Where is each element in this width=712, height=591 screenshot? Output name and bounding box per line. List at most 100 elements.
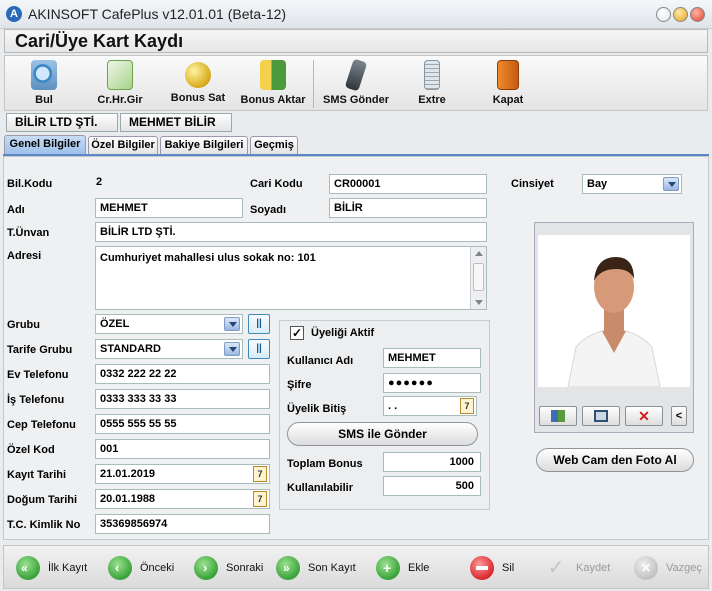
tab-bakiye-bilgileri[interactable]: Bakiye Bilgileri (160, 136, 248, 154)
cr-hr-gir-label: Cr.Hr.Gir (97, 94, 143, 106)
bil-kodu-label: Bil.Kodu (7, 178, 53, 190)
dogum-tarihi-field[interactable]: 20.01.1988 7 (95, 489, 270, 509)
adresi-label: Adresi (7, 250, 42, 262)
kapat-button[interactable]: Kapat (473, 58, 543, 110)
cr-hr-gir-button[interactable]: Cr.Hr.Gir (83, 58, 157, 110)
toolbar-separator (313, 60, 314, 108)
kayit-tarihi-label: Kayıt Tarihi (7, 469, 67, 481)
add-button[interactable]: + Ekle (376, 556, 440, 580)
kayit-tarihi-field[interactable]: 21.01.2019 7 (95, 464, 270, 484)
tarife-grubu-lookup-button[interactable]: || (248, 339, 270, 359)
cep-telefonu-field[interactable]: 0555 555 55 55 (95, 414, 270, 434)
edit-document-icon (107, 60, 133, 90)
next-button[interactable]: › Sonraki (194, 556, 272, 580)
grubu-select[interactable]: ÖZEL (95, 314, 243, 334)
tab-gecmis[interactable]: Geçmiş (250, 136, 298, 154)
chevron-down-icon[interactable] (663, 177, 679, 191)
add-label: Ekle (408, 562, 430, 574)
bonus-sat-button[interactable]: Bonus Sat (161, 58, 235, 110)
minimize-icon[interactable] (656, 7, 671, 22)
app-logo-icon: A (6, 6, 22, 22)
statement-icon (424, 60, 440, 90)
tarife-grubu-label: Tarife Grubu (7, 344, 73, 356)
last-record-button[interactable]: » Son Kayıt (276, 556, 362, 580)
delete-label: Sil (502, 562, 515, 574)
tab-ozel-bilgiler[interactable]: Özel Bilgiler (88, 136, 158, 154)
grubu-label: Grubu (7, 319, 40, 331)
scroll-up-icon[interactable] (475, 251, 483, 256)
cancel-button[interactable]: ✕ Vazgeç (634, 556, 706, 580)
adi-label: Adı (7, 204, 25, 216)
membership-active-label: Üyeliği Aktif (311, 327, 375, 339)
cari-kodu-field[interactable]: CR00001 (329, 174, 487, 194)
extre-button[interactable]: Extre (399, 58, 465, 110)
t-unvan-label: T.Ünvan (7, 227, 50, 239)
maximize-icon[interactable] (673, 7, 688, 22)
chevron-down-icon[interactable] (224, 342, 240, 356)
last-record-icon: » (276, 556, 300, 580)
company-name-badge: BİLİR LTD ŞTİ. (6, 113, 118, 132)
kullanilabilir-field[interactable]: 500 (383, 476, 481, 496)
member-photo (538, 235, 690, 388)
delete-button[interactable]: Sil (470, 556, 526, 580)
chevron-down-icon[interactable] (224, 317, 240, 331)
is-telefonu-field[interactable]: 0333 333 33 33 (95, 389, 270, 409)
previous-button[interactable]: ‹ Önceki (108, 556, 182, 580)
kullanici-adi-field[interactable]: MEHMET (383, 348, 481, 368)
scroll-down-icon[interactable] (475, 300, 483, 305)
cancel-icon: ✕ (634, 556, 658, 580)
first-record-button[interactable]: « İlk Kayıt (16, 556, 102, 580)
tarife-grubu-value: STANDARD (100, 343, 161, 355)
sms-ile-gonder-button[interactable]: SMS ile Gönder (287, 422, 478, 446)
cinsiyet-select[interactable]: Bay (582, 174, 682, 194)
cep-telefonu-label: Cep Telefonu (7, 419, 76, 431)
window-titlebar: A AKINSOFT CafePlus v12.01.01 (Beta-12) (0, 0, 712, 29)
photo-delete-button[interactable]: ✕ (625, 406, 663, 426)
soyadi-field[interactable]: BİLİR (329, 198, 487, 218)
grubu-lookup-button[interactable]: || (248, 314, 270, 334)
uyelik-bitis-label: Üyelik Bitiş (287, 403, 347, 415)
toplam-bonus-field[interactable]: 1000 (383, 452, 481, 472)
search-button[interactable]: Bul (9, 58, 79, 110)
bonus-aktar-label: Bonus Aktar (240, 94, 306, 106)
uyelik-bitis-field[interactable]: . . 7 (383, 396, 477, 416)
ev-telefonu-label: Ev Telefonu (7, 369, 69, 381)
adi-field[interactable]: MEHMET (95, 198, 243, 218)
close-icon[interactable] (690, 7, 705, 22)
soyadi-label: Soyadı (250, 204, 287, 216)
address-scrollbar[interactable] (470, 247, 486, 309)
sms-gonder-button[interactable]: SMS Gönder (317, 58, 395, 110)
transfer-icon (260, 60, 286, 90)
dogum-tarihi-label: Doğum Tarihi (7, 494, 78, 506)
photo-view-button[interactable] (582, 406, 620, 426)
photo-load-button[interactable] (539, 406, 577, 426)
tc-kimlik-field[interactable]: 35369856974 (95, 514, 270, 534)
membership-active-checkbox[interactable]: ✓ (290, 326, 304, 340)
adresi-textarea[interactable]: Cumhuriyet mahallesi ulus sokak no: 101 (95, 246, 487, 310)
calendar-icon[interactable]: 7 (253, 466, 267, 482)
first-record-label: İlk Kayıt (48, 562, 88, 574)
ev-telefonu-field[interactable]: 0332 222 22 22 (95, 364, 270, 384)
ozel-kod-field[interactable]: 001 (95, 439, 270, 459)
person-name-badge: MEHMET BİLİR (120, 113, 232, 132)
scroll-thumb[interactable] (473, 263, 484, 291)
tab-genel-bilgiler[interactable]: Genel Bilgiler (4, 135, 86, 154)
webcam-photo-button[interactable]: Web Cam den Foto Al (536, 448, 694, 472)
calendar-icon[interactable]: 7 (253, 491, 267, 507)
previous-icon: ‹ (108, 556, 132, 580)
ozel-kod-label: Özel Kod (7, 444, 55, 456)
person-photo-icon (538, 235, 690, 388)
coin-icon (185, 62, 211, 88)
search-icon (31, 60, 57, 90)
extre-label: Extre (418, 94, 446, 106)
bonus-aktar-button[interactable]: Bonus Aktar (235, 58, 311, 110)
sifre-field[interactable]: ●●●●●● (383, 373, 481, 393)
photo-more-button[interactable]: < (671, 406, 687, 426)
kullanici-adi-label: Kullanıcı Adı (287, 355, 354, 367)
calendar-icon[interactable]: 7 (460, 398, 474, 414)
bottom-navigation-bar: « İlk Kayıt ‹ Önceki › Sonraki » Son Kay… (3, 545, 709, 589)
tarife-grubu-select[interactable]: STANDARD (95, 339, 243, 359)
save-button[interactable]: ✓ Kaydet (544, 556, 622, 580)
t-unvan-field[interactable]: BİLİR LTD ŞTİ. (95, 222, 487, 242)
uyelik-bitis-value: . . (388, 400, 398, 412)
